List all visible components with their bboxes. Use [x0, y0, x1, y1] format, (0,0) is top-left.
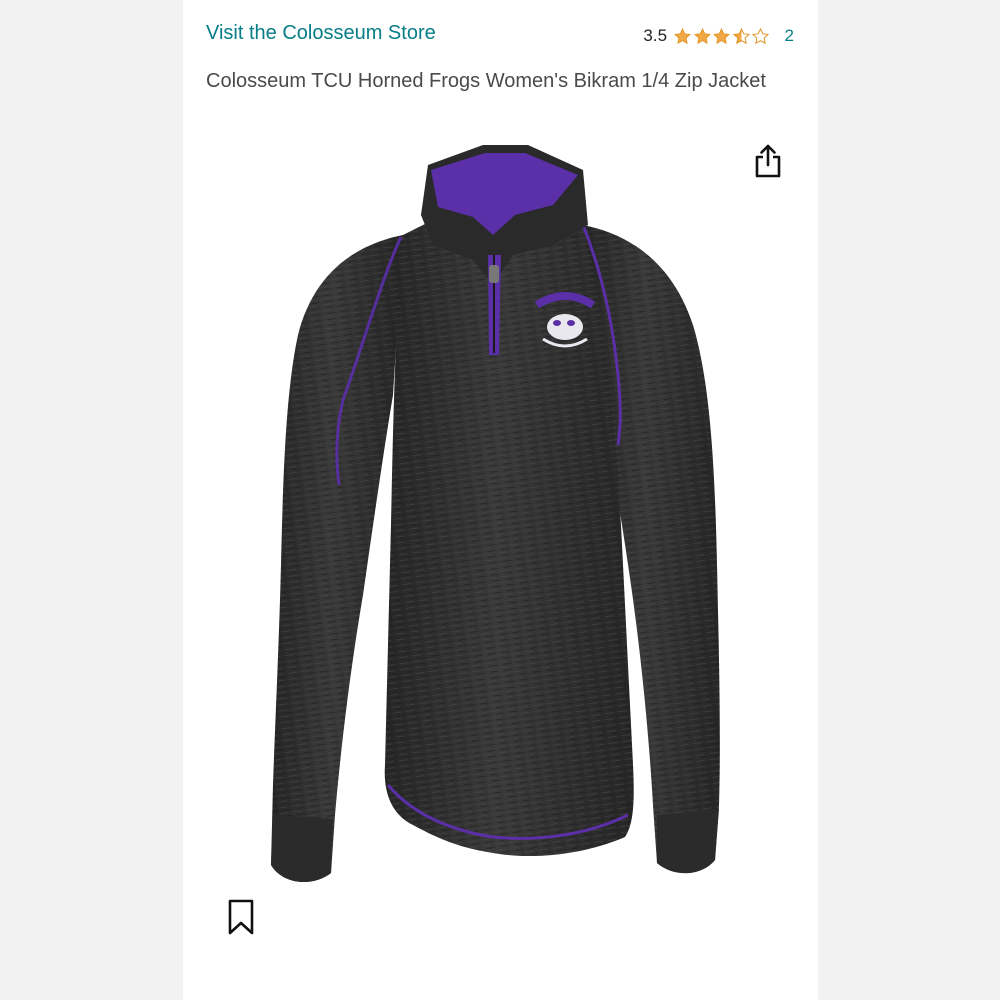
product-detail-panel: Visit the Colosseum Store 3.5 2 Colosseu… — [183, 0, 818, 1000]
star-half-icon — [732, 27, 750, 44]
share-icon — [755, 144, 781, 178]
star-full-icon — [693, 27, 711, 44]
rating-count-link[interactable]: 2 — [785, 26, 794, 46]
star-full-icon — [674, 27, 691, 44]
bookmark-icon — [228, 899, 254, 935]
star-empty-icon — [751, 27, 770, 44]
rating-value: 3.5 — [643, 26, 668, 45]
product-title: Colosseum TCU Horned Frogs Women's Bikra… — [206, 70, 766, 92]
star-full-icon — [713, 27, 730, 44]
share-button[interactable] — [753, 143, 783, 179]
rating-summary[interactable]: 3.5 2 — [643, 26, 794, 46]
rating-stars — [673, 27, 771, 46]
product-image[interactable] — [253, 125, 733, 915]
save-button[interactable] — [227, 898, 255, 936]
visit-store-link[interactable]: Visit the Colosseum Store — [206, 22, 436, 45]
